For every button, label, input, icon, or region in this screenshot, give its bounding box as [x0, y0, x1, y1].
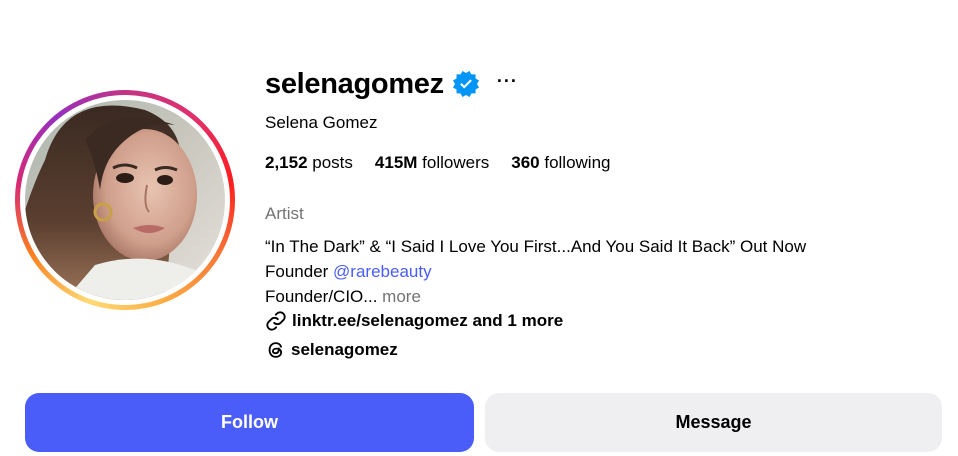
- bio: “In The Dark” & “I Said I Love You First…: [265, 234, 806, 309]
- followers-count: 415M: [374, 153, 418, 172]
- threads-username: selenagomez: [291, 340, 398, 359]
- bio-line: Founder/CIO... more: [265, 284, 806, 309]
- profile-photo: [25, 100, 225, 300]
- following-stat[interactable]: 360 following: [511, 153, 610, 173]
- posts-label: posts: [307, 153, 353, 172]
- avatar-border: [20, 95, 230, 305]
- profile-category: Artist: [265, 204, 304, 223]
- profile-header: selenagomez ··· Selena Gomez 2,152 posts…: [0, 0, 958, 456]
- threads-icon: [265, 339, 287, 361]
- username: selenagomez: [265, 67, 444, 100]
- full-name: Selena Gomez: [265, 113, 378, 132]
- bio-line: Founder @rarebeauty: [265, 259, 806, 284]
- external-link-text: linktr.ee/selenagomez and 1 more: [292, 311, 564, 330]
- bio-more-link[interactable]: more: [382, 287, 421, 306]
- verified-badge-icon: [452, 71, 479, 97]
- username-row: selenagomez ···: [265, 62, 518, 106]
- following-count: 360: [511, 153, 540, 172]
- following-label: following: [539, 153, 611, 172]
- bio-text: Founder/CIO...: [265, 287, 378, 306]
- followers-label: followers: [417, 153, 490, 172]
- bio-line: “In The Dark” & “I Said I Love You First…: [265, 237, 807, 256]
- link-icon: [265, 310, 287, 332]
- followers-stat[interactable]: 415M followers: [375, 153, 489, 173]
- profile-stats: 2,152 posts 415M followers 360 following: [265, 153, 633, 173]
- message-button[interactable]: Message: [485, 393, 942, 452]
- threads-link[interactable]: selenagomez: [265, 339, 398, 361]
- posts-stat[interactable]: 2,152 posts: [265, 153, 353, 173]
- external-link[interactable]: linktr.ee/selenagomez and 1 more: [265, 310, 563, 332]
- story-ring[interactable]: [15, 90, 235, 310]
- bio-text: Founder: [265, 262, 334, 281]
- more-options-button[interactable]: ···: [497, 72, 518, 96]
- follow-button[interactable]: Follow: [25, 393, 474, 452]
- mention-link[interactable]: @rarebeauty: [333, 262, 432, 281]
- posts-count: 2,152: [265, 153, 308, 172]
- avatar[interactable]: [25, 100, 225, 300]
